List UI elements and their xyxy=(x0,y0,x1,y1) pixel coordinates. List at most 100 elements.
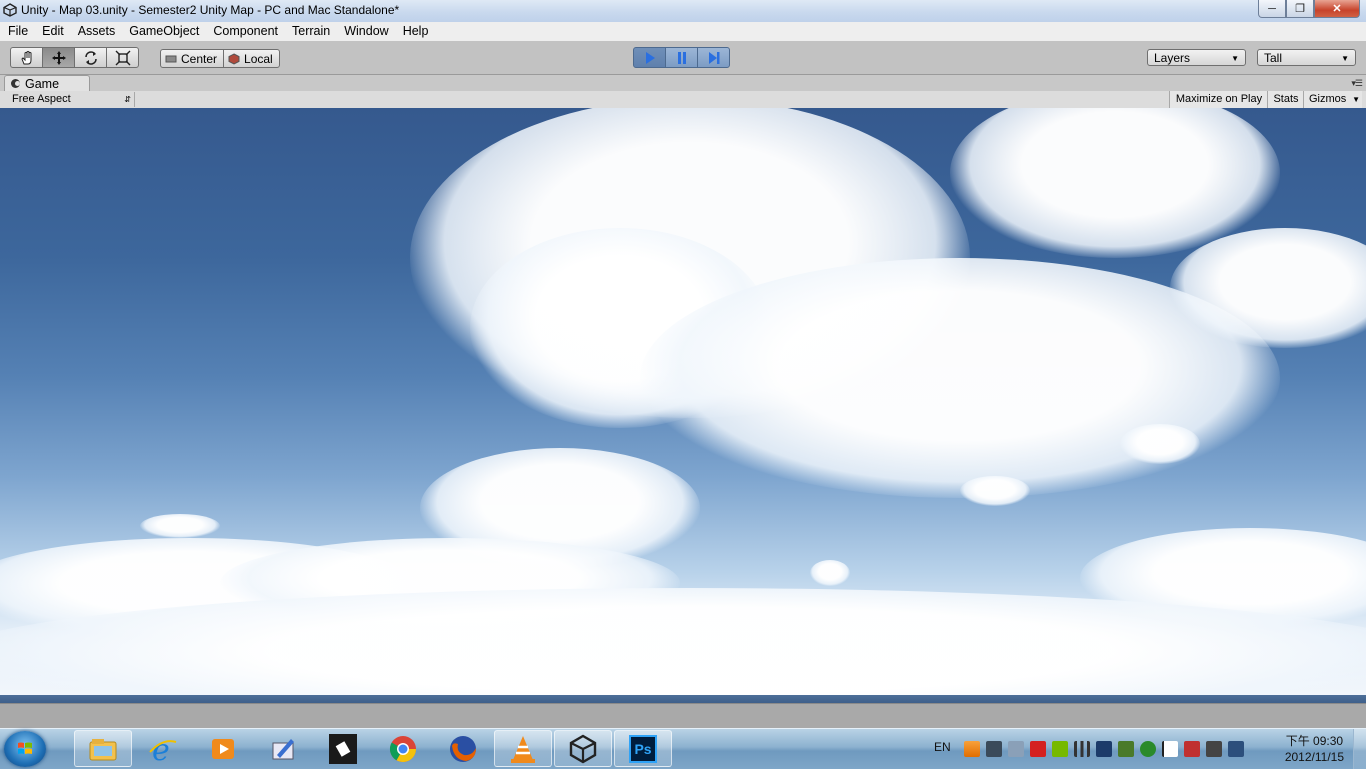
rotate-icon xyxy=(84,50,97,65)
battery-tray-icon[interactable] xyxy=(1118,741,1134,757)
taskbar-unity[interactable] xyxy=(554,730,612,767)
close-button[interactable]: ✕ xyxy=(1314,0,1360,18)
security-tray-icon[interactable] xyxy=(1140,741,1156,757)
usb-tray-icon[interactable] xyxy=(1184,741,1200,757)
layers-dropdown[interactable]: Layers ▼ xyxy=(1147,49,1246,66)
play-icon xyxy=(645,51,655,64)
start-button[interactable] xyxy=(4,731,46,767)
tab-game[interactable]: Game xyxy=(4,75,90,91)
taskbar-clock[interactable]: 下午 09:30 2012/11/15 xyxy=(1285,733,1344,765)
hand-tool-button[interactable] xyxy=(10,47,43,68)
menu-edit[interactable]: Edit xyxy=(35,22,71,41)
taskbar-app[interactable] xyxy=(314,730,372,767)
game-viewport[interactable] xyxy=(0,108,1366,703)
game-view-controls: Free Aspect ⇵ Maximize on Play Stats Giz… xyxy=(0,91,1366,109)
system-tray: EN 下午 09:30 2012/11/15 xyxy=(916,729,1366,769)
menu-gameobject[interactable]: GameObject xyxy=(122,22,206,41)
rotate-tool-button[interactable] xyxy=(74,47,107,68)
horizon-line xyxy=(0,695,1366,703)
move-icon xyxy=(51,50,66,65)
taskbar-photoshop[interactable]: Ps xyxy=(614,730,672,767)
menu-assets[interactable]: Assets xyxy=(71,22,123,41)
internet-explorer-icon: e xyxy=(149,734,177,764)
keyboard-tray-icon[interactable] xyxy=(1228,741,1244,757)
stats-button[interactable]: Stats xyxy=(1267,91,1304,108)
signal-tray-icon[interactable] xyxy=(1074,741,1090,757)
transform-tools xyxy=(10,47,139,68)
volume-tray-icon[interactable] xyxy=(1206,741,1222,757)
panel-menu-icon[interactable]: ▾☰ xyxy=(1351,78,1363,89)
window-title-bar: Unity - Map 03.unity - Semester2 Unity M… xyxy=(0,0,1366,23)
pivot-local-label: Local xyxy=(244,51,273,66)
menu-file[interactable]: File xyxy=(0,22,35,41)
flag-tray-icon[interactable] xyxy=(1162,741,1178,757)
taskbar-firefox[interactable] xyxy=(434,730,492,767)
maximize-on-play-button[interactable]: Maximize on Play xyxy=(1169,91,1268,108)
pause-button[interactable] xyxy=(665,47,698,68)
pivot-center-button[interactable]: Center xyxy=(160,49,225,68)
menu-bar: File Edit Assets GameObject Component Te… xyxy=(0,22,1366,41)
explorer-icon xyxy=(89,738,117,760)
windows-logo-icon xyxy=(18,742,32,754)
pivot-center-label: Center xyxy=(181,51,218,66)
hand-icon xyxy=(20,50,31,64)
pivot-local-button[interactable]: Local xyxy=(223,49,280,68)
clock-time: 下午 09:30 xyxy=(1285,734,1344,748)
play-button[interactable] xyxy=(633,47,666,68)
tray-icons xyxy=(964,741,1244,757)
scale-tool-button[interactable] xyxy=(106,47,139,68)
step-icon xyxy=(708,51,719,64)
unity-icon xyxy=(569,734,597,763)
media-player-icon xyxy=(212,738,234,759)
status-bar xyxy=(0,703,1366,729)
game-tab-label: Game xyxy=(25,77,60,91)
taskbar-vlc[interactable] xyxy=(494,730,552,767)
chrome-icon xyxy=(389,735,417,762)
network-drive-tray-icon[interactable] xyxy=(1008,741,1024,757)
paint-tool-icon xyxy=(272,738,294,759)
up-down-arrows-icon: ⇵ xyxy=(124,95,131,104)
taskbar-explorer[interactable] xyxy=(74,730,132,767)
game-panel-header: Game ▾☰ xyxy=(0,75,1366,91)
chevron-down-icon: ▼ xyxy=(1231,54,1239,63)
show-desktop-button[interactable] xyxy=(1353,729,1366,769)
app-icon xyxy=(329,733,357,764)
menu-window[interactable]: Window xyxy=(337,22,395,41)
monitor-tray-icon[interactable] xyxy=(986,741,1002,757)
antivirus-tray-icon[interactable] xyxy=(1030,741,1046,757)
pivot-controls: Center Local xyxy=(160,49,280,68)
taskbar-chrome[interactable] xyxy=(374,730,432,767)
move-tool-button[interactable] xyxy=(42,47,75,68)
cloud xyxy=(960,476,1030,506)
cloud xyxy=(0,588,1366,703)
close-icon: ✕ xyxy=(1332,3,1342,15)
layout-dropdown[interactable]: Tall ▼ xyxy=(1257,49,1356,66)
menu-help[interactable]: Help xyxy=(396,22,436,41)
maximize-button[interactable]: ❐ xyxy=(1286,0,1314,18)
taskbar-media-player[interactable] xyxy=(194,730,252,767)
display-tray-icon[interactable] xyxy=(1096,741,1112,757)
step-button[interactable] xyxy=(697,47,730,68)
aspect-label: Free Aspect xyxy=(12,93,71,105)
nvidia-tray-icon[interactable] xyxy=(1052,741,1068,757)
menu-component[interactable]: Component xyxy=(206,22,285,41)
cube-icon xyxy=(228,52,240,65)
game-tab-icon xyxy=(11,79,20,88)
vlc-tray-icon[interactable] xyxy=(964,741,980,757)
layout-label: Tall xyxy=(1264,51,1283,65)
firefox-icon xyxy=(450,735,476,762)
menu-terrain[interactable]: Terrain xyxy=(285,22,337,41)
unity-app-icon xyxy=(3,3,17,17)
chevron-down-icon: ▼ xyxy=(1341,54,1349,63)
taskbar-paint-tool[interactable] xyxy=(254,730,312,767)
gizmos-button[interactable]: Gizmos ▼ xyxy=(1303,91,1362,108)
minimize-icon: ─ xyxy=(1268,2,1276,15)
taskbar-internet-explorer[interactable]: e xyxy=(134,730,192,767)
cloud xyxy=(140,514,220,538)
aspect-dropdown[interactable]: Free Aspect ⇵ xyxy=(4,92,135,107)
window-title: Unity - Map 03.unity - Semester2 Unity M… xyxy=(21,3,400,17)
minimize-button[interactable]: ─ xyxy=(1258,0,1286,18)
main-toolbar: Center Local Layers ▼ Tall ▼ xyxy=(0,41,1366,75)
taskbar-apps: e Ps xyxy=(74,730,672,768)
language-indicator[interactable]: EN xyxy=(934,740,951,754)
